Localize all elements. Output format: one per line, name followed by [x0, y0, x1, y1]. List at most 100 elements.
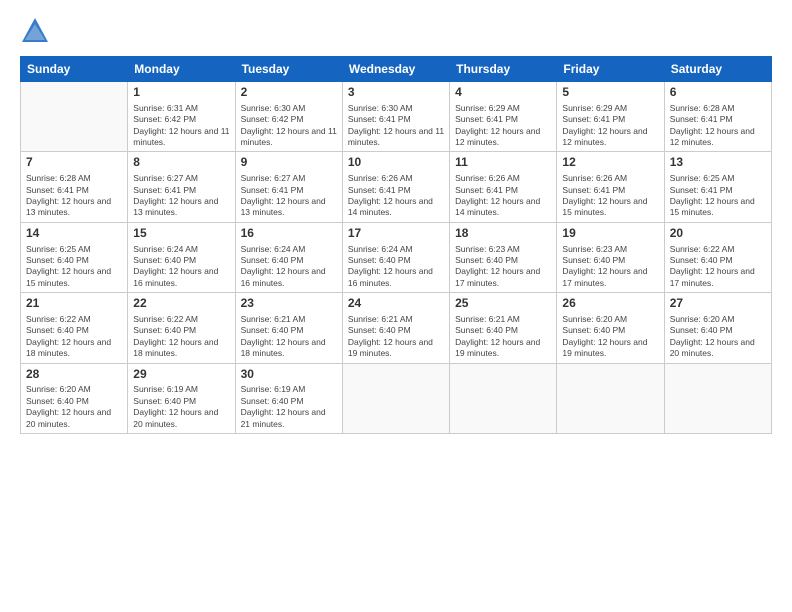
day-detail: Sunrise: 6:30 AMSunset: 6:42 PMDaylight:… [241, 103, 337, 149]
day-detail: Sunrise: 6:23 AMSunset: 6:40 PMDaylight:… [562, 244, 658, 290]
calendar-cell: 14Sunrise: 6:25 AMSunset: 6:40 PMDayligh… [21, 222, 128, 292]
calendar-cell: 7 Sunrise: 6:28 AMSunset: 6:41 PMDaylight… [21, 152, 128, 222]
day-number: 5 [562, 85, 658, 101]
day-detail: Sunrise: 6:20 AMSunset: 6:40 PMDaylight:… [670, 314, 766, 360]
calendar-cell: 22Sunrise: 6:22 AMSunset: 6:40 PMDayligh… [128, 293, 235, 363]
calendar-cell: 4 Sunrise: 6:29 AMSunset: 6:41 PMDaylight… [450, 82, 557, 152]
day-detail: Sunrise: 6:28 AMSunset: 6:41 PMDaylight:… [26, 173, 122, 219]
day-detail: Sunrise: 6:22 AMSunset: 6:40 PMDaylight:… [670, 244, 766, 290]
day-number: 27 [670, 296, 766, 312]
weekday-header-thursday: Thursday [450, 57, 557, 82]
weekday-header-monday: Monday [128, 57, 235, 82]
day-detail: Sunrise: 6:27 AMSunset: 6:41 PMDaylight:… [241, 173, 337, 219]
day-number: 30 [241, 367, 337, 383]
day-number: 10 [348, 155, 444, 171]
day-detail: Sunrise: 6:23 AMSunset: 6:40 PMDaylight:… [455, 244, 551, 290]
calendar-cell: 1 Sunrise: 6:31 AMSunset: 6:42 PMDaylight… [128, 82, 235, 152]
day-number: 21 [26, 296, 122, 312]
day-number: 18 [455, 226, 551, 242]
weekday-header-wednesday: Wednesday [342, 57, 449, 82]
day-number: 9 [241, 155, 337, 171]
day-detail: Sunrise: 6:24 AMSunset: 6:40 PMDaylight:… [241, 244, 337, 290]
day-detail: Sunrise: 6:29 AMSunset: 6:41 PMDaylight:… [455, 103, 551, 149]
calendar-cell: 5 Sunrise: 6:29 AMSunset: 6:41 PMDaylight… [557, 82, 664, 152]
calendar-cell: 19 Sunrise: 6:23 AMSunset: 6:40 PMDayligh… [557, 222, 664, 292]
calendar-cell [21, 82, 128, 152]
day-number: 24 [348, 296, 444, 312]
day-detail: Sunrise: 6:25 AMSunset: 6:41 PMDaylight:… [670, 173, 766, 219]
calendar-cell: 23 Sunrise: 6:21 AMSunset: 6:40 PMDayligh… [235, 293, 342, 363]
day-number: 19 [562, 226, 658, 242]
calendar-cell: 8 Sunrise: 6:27 AMSunset: 6:41 PMDaylight… [128, 152, 235, 222]
calendar-cell [557, 363, 664, 433]
day-detail: Sunrise: 6:26 AMSunset: 6:41 PMDaylight:… [455, 173, 551, 219]
calendar-cell: 25 Sunrise: 6:21 AMSunset: 6:40 PMDayligh… [450, 293, 557, 363]
day-number: 12 [562, 155, 658, 171]
calendar-cell: 17Sunrise: 6:24 AMSunset: 6:40 PMDayligh… [342, 222, 449, 292]
day-detail: Sunrise: 6:24 AMSunset: 6:40 PMDaylight:… [133, 244, 229, 290]
calendar-cell: 12 Sunrise: 6:26 AMSunset: 6:41 PMDayligh… [557, 152, 664, 222]
calendar-table: SundayMondayTuesdayWednesdayThursdayFrid… [20, 56, 772, 434]
day-detail: Sunrise: 6:29 AMSunset: 6:41 PMDaylight:… [562, 103, 658, 149]
day-number: 4 [455, 85, 551, 101]
day-detail: Sunrise: 6:20 AMSunset: 6:40 PMDaylight:… [26, 384, 122, 430]
day-detail: Sunrise: 6:28 AMSunset: 6:41 PMDaylight:… [670, 103, 766, 149]
calendar-cell [664, 363, 771, 433]
weekday-header-tuesday: Tuesday [235, 57, 342, 82]
day-number: 7 [26, 155, 122, 171]
calendar-week-3: 14Sunrise: 6:25 AMSunset: 6:40 PMDayligh… [21, 222, 772, 292]
day-detail: Sunrise: 6:21 AMSunset: 6:40 PMDaylight:… [241, 314, 337, 360]
day-detail: Sunrise: 6:30 AMSunset: 6:41 PMDaylight:… [348, 103, 444, 149]
calendar-cell: 30Sunrise: 6:19 AMSunset: 6:40 PMDayligh… [235, 363, 342, 433]
day-number: 1 [133, 85, 229, 101]
calendar-cell [450, 363, 557, 433]
calendar-cell: 18 Sunrise: 6:23 AMSunset: 6:40 PMDayligh… [450, 222, 557, 292]
calendar-cell: 9 Sunrise: 6:27 AMSunset: 6:41 PMDaylight… [235, 152, 342, 222]
weekday-header-sunday: Sunday [21, 57, 128, 82]
header [20, 16, 772, 46]
day-number: 23 [241, 296, 337, 312]
calendar-week-4: 21 Sunrise: 6:22 AMSunset: 6:40 PMDayligh… [21, 293, 772, 363]
day-number: 25 [455, 296, 551, 312]
day-detail: Sunrise: 6:19 AMSunset: 6:40 PMDaylight:… [241, 384, 337, 430]
calendar-cell: 27 Sunrise: 6:20 AMSunset: 6:40 PMDayligh… [664, 293, 771, 363]
day-number: 2 [241, 85, 337, 101]
calendar-week-5: 28Sunrise: 6:20 AMSunset: 6:40 PMDayligh… [21, 363, 772, 433]
day-number: 13 [670, 155, 766, 171]
day-number: 16 [241, 226, 337, 242]
day-detail: Sunrise: 6:25 AMSunset: 6:40 PMDaylight:… [26, 244, 122, 290]
day-number: 15 [133, 226, 229, 242]
day-number: 28 [26, 367, 122, 383]
calendar-cell: 10 Sunrise: 6:26 AMSunset: 6:41 PMDayligh… [342, 152, 449, 222]
day-number: 3 [348, 85, 444, 101]
day-number: 20 [670, 226, 766, 242]
calendar-cell: 29Sunrise: 6:19 AMSunset: 6:40 PMDayligh… [128, 363, 235, 433]
day-number: 29 [133, 367, 229, 383]
day-detail: Sunrise: 6:20 AMSunset: 6:40 PMDaylight:… [562, 314, 658, 360]
day-number: 11 [455, 155, 551, 171]
calendar-cell: 2 Sunrise: 6:30 AMSunset: 6:42 PMDaylight… [235, 82, 342, 152]
day-detail: Sunrise: 6:22 AMSunset: 6:40 PMDaylight:… [26, 314, 122, 360]
logo [20, 16, 54, 46]
weekday-header-friday: Friday [557, 57, 664, 82]
calendar-cell: 24Sunrise: 6:21 AMSunset: 6:40 PMDayligh… [342, 293, 449, 363]
day-detail: Sunrise: 6:31 AMSunset: 6:42 PMDaylight:… [133, 103, 229, 149]
calendar-cell: 28Sunrise: 6:20 AMSunset: 6:40 PMDayligh… [21, 363, 128, 433]
calendar-cell: 13 Sunrise: 6:25 AMSunset: 6:41 PMDayligh… [664, 152, 771, 222]
day-number: 8 [133, 155, 229, 171]
day-detail: Sunrise: 6:24 AMSunset: 6:40 PMDaylight:… [348, 244, 444, 290]
calendar-cell: 11 Sunrise: 6:26 AMSunset: 6:41 PMDayligh… [450, 152, 557, 222]
calendar-cell: 15 Sunrise: 6:24 AMSunset: 6:40 PMDayligh… [128, 222, 235, 292]
calendar-cell: 6 Sunrise: 6:28 AMSunset: 6:41 PMDaylight… [664, 82, 771, 152]
day-detail: Sunrise: 6:27 AMSunset: 6:41 PMDaylight:… [133, 173, 229, 219]
day-detail: Sunrise: 6:22 AMSunset: 6:40 PMDaylight:… [133, 314, 229, 360]
calendar-cell: 21 Sunrise: 6:22 AMSunset: 6:40 PMDayligh… [21, 293, 128, 363]
day-number: 6 [670, 85, 766, 101]
day-detail: Sunrise: 6:21 AMSunset: 6:40 PMDaylight:… [455, 314, 551, 360]
day-detail: Sunrise: 6:19 AMSunset: 6:40 PMDaylight:… [133, 384, 229, 430]
calendar-week-2: 7 Sunrise: 6:28 AMSunset: 6:41 PMDaylight… [21, 152, 772, 222]
day-detail: Sunrise: 6:26 AMSunset: 6:41 PMDaylight:… [348, 173, 444, 219]
day-detail: Sunrise: 6:26 AMSunset: 6:41 PMDaylight:… [562, 173, 658, 219]
weekday-header-saturday: Saturday [664, 57, 771, 82]
day-number: 26 [562, 296, 658, 312]
